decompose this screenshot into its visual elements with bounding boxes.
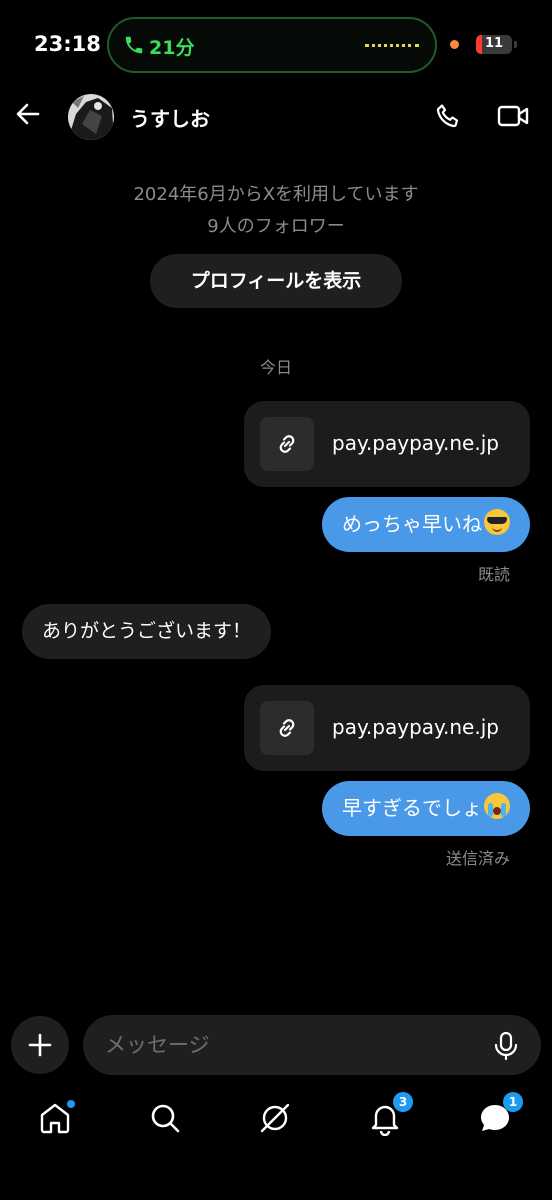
link-icon-box	[260, 417, 314, 471]
message-input[interactable]	[105, 1027, 485, 1063]
date-divider: 今日	[259, 358, 292, 377]
mic-indicator-dot	[450, 40, 459, 49]
status-time: 23:18	[34, 32, 101, 56]
follower-count-text: 9人のフォロワー	[207, 216, 345, 237]
battery-level: 11	[484, 36, 504, 51]
crying-emoji-icon	[484, 793, 510, 819]
video-icon[interactable]	[497, 103, 529, 129]
message-text: ありがとうございます！	[42, 620, 252, 642]
read-receipt: 既読	[477, 565, 510, 584]
link-icon	[279, 435, 295, 453]
nav-search[interactable]	[147, 1100, 183, 1136]
view-profile-button[interactable]: プロフィールを表示	[150, 254, 402, 308]
add-attachment-button[interactable]	[11, 1016, 69, 1074]
nav-home[interactable]	[37, 1100, 75, 1136]
nav-notifications[interactable]: 3	[367, 1092, 413, 1137]
battery-icon: 11	[476, 35, 512, 54]
link-icon-box	[260, 701, 314, 755]
microphone-icon[interactable]	[493, 1031, 519, 1061]
grok-icon	[260, 1103, 290, 1133]
contact-name[interactable]: うすしお	[130, 103, 210, 132]
message-bubble-received[interactable]: ありがとうございます！	[22, 604, 272, 659]
nav-grok[interactable]	[257, 1100, 293, 1136]
phone-call-icon	[125, 36, 143, 54]
call-duration: 21分	[149, 37, 195, 59]
status-bar: 23:18 21分 11	[0, 0, 552, 90]
nav-messages[interactable]: 1	[477, 1092, 523, 1136]
message-text: 早すぎるでしょ	[342, 796, 482, 820]
audio-waveform-icon	[365, 44, 419, 47]
message-bubble-sent[interactable]: 早すぎるでしょ	[322, 781, 530, 836]
plus-icon	[28, 1033, 52, 1057]
link-url: pay.paypay.ne.jp	[332, 715, 499, 739]
phone-icon[interactable]	[434, 102, 462, 130]
message-composer[interactable]	[83, 1015, 541, 1075]
home-unread-dot	[67, 1100, 75, 1108]
link-url: pay.paypay.ne.jp	[332, 431, 499, 455]
message-bubble-sent[interactable]: めっちゃ早いね	[322, 497, 530, 552]
link-message[interactable]: pay.paypay.ne.jp	[244, 401, 530, 487]
account-since-text: 2024年6月からXを利用しています	[133, 184, 419, 205]
battery-tip	[514, 41, 517, 48]
active-call-pill[interactable]: 21分	[107, 17, 437, 73]
back-arrow-icon[interactable]	[14, 100, 42, 128]
sent-receipt: 送信済み	[445, 849, 510, 868]
link-icon	[279, 719, 295, 737]
notification-count-badge: 3	[393, 1092, 413, 1112]
search-icon	[151, 1104, 180, 1133]
message-count-badge: 1	[503, 1092, 523, 1112]
message-text: めっちゃ早いね	[342, 512, 482, 536]
link-message[interactable]: pay.paypay.ne.jp	[244, 685, 530, 771]
contact-avatar[interactable]	[68, 94, 114, 140]
sunglasses-emoji-icon	[484, 509, 510, 535]
